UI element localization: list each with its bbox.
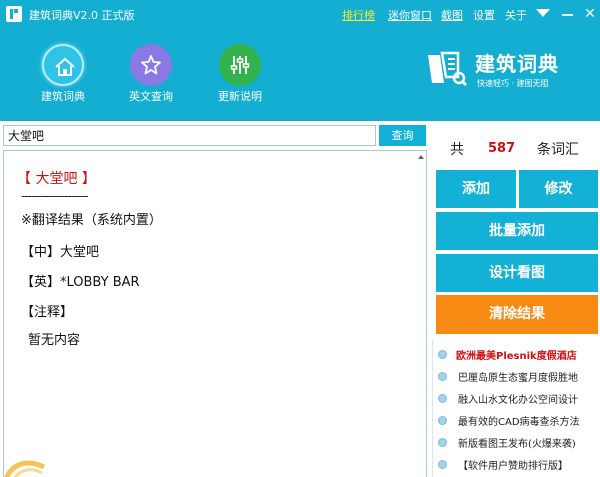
news-item-text: 巴厘岛原生态蜜月度假胜地 xyxy=(458,373,578,384)
count-prefix: 共 xyxy=(450,142,464,158)
book-logo-icon xyxy=(428,51,468,87)
add-button[interactable]: 添加 xyxy=(436,170,516,208)
screenshot-link[interactable]: 截图 xyxy=(441,7,463,23)
ranking-link[interactable]: 排行榜 xyxy=(342,7,375,23)
result-chinese-line: 【中】大堂吧 xyxy=(21,245,100,260)
bullet-icon xyxy=(438,460,447,469)
bullet-icon xyxy=(438,372,447,381)
brand-slogan: 快速轻巧 · 建图无阻 xyxy=(477,79,549,88)
swirl-watermark-icon xyxy=(4,460,46,477)
result-source-line: ※翻译结果（系统内置） xyxy=(21,213,162,228)
news-item[interactable]: 巴厘岛原生态蜜月度假胜地 xyxy=(437,367,599,386)
clear-results-button[interactable]: 清除结果 xyxy=(436,295,598,334)
nav-home-circle xyxy=(42,44,84,86)
bullet-icon xyxy=(438,438,447,447)
nav-english-button[interactable]: 英文查询 xyxy=(121,44,181,104)
settings-link[interactable]: 设置 xyxy=(473,7,495,23)
bullet-icon xyxy=(438,416,447,425)
nav-update-button[interactable]: 更新说明 xyxy=(210,44,270,104)
news-item[interactable]: 融入山水文化办公空间设计 xyxy=(437,389,599,408)
search-bar: 查询 xyxy=(0,123,430,148)
news-item-text: 最有效的CAD病毒查杀方法 xyxy=(458,417,580,428)
nav-english-label: 英文查询 xyxy=(129,90,173,103)
header-bar: 建筑词典V2.0 正式版 排行榜 迷你窗口 截图 设置 关于 ✕ 建筑词典 英文… xyxy=(0,0,600,121)
result-note-content: 暂无内容 xyxy=(28,333,81,348)
app-logo-icon xyxy=(6,6,22,22)
nav-english-circle xyxy=(130,44,172,86)
word-count: 共 587 条词汇 xyxy=(432,123,600,168)
news-item[interactable]: 【软件用户赞助排行版】 xyxy=(437,455,599,474)
brand-name: 建筑词典 xyxy=(475,52,559,76)
news-item[interactable]: 欧洲最美Plesnik度假酒店 xyxy=(437,345,599,364)
mini-window-link[interactable]: 迷你窗口 xyxy=(388,7,432,23)
star-icon xyxy=(141,55,161,75)
bullet-icon xyxy=(438,394,447,403)
news-item-text: 新版看图王发布(火爆来袭) xyxy=(458,439,576,450)
result-area[interactable]: 【 大堂吧 】 -------------------- ※翻译结果（系统内置）… xyxy=(3,150,427,477)
result-heading: 【 大堂吧 】 xyxy=(17,171,96,187)
batch-add-button[interactable]: 批量添加 xyxy=(436,212,598,250)
about-link[interactable]: 关于 xyxy=(505,7,527,23)
result-note-label: 【注释】 xyxy=(21,305,74,320)
close-icon[interactable]: ✕ xyxy=(582,6,598,22)
scroll-up-icon[interactable] xyxy=(415,151,426,163)
design-view-button[interactable]: 设计看图 xyxy=(436,254,598,292)
nav-dictionary-button[interactable]: 建筑词典 xyxy=(33,44,93,104)
title-bar[interactable]: 建筑词典V2.0 正式版 排行榜 迷你窗口 截图 设置 关于 ✕ xyxy=(0,0,600,28)
count-suffix: 条词汇 xyxy=(537,142,579,158)
home-icon xyxy=(55,57,75,76)
edit-button[interactable]: 修改 xyxy=(519,170,598,208)
app-title: 建筑词典V2.0 正式版 xyxy=(29,9,135,22)
nav-update-circle xyxy=(219,44,261,86)
minimize-icon[interactable] xyxy=(560,6,576,22)
sliders-icon xyxy=(230,56,250,74)
dropdown-menu-icon[interactable] xyxy=(535,6,551,22)
result-divider: -------------------- xyxy=(21,189,89,203)
news-item[interactable]: 新版看图王发布(火爆来袭) xyxy=(437,433,599,452)
search-input[interactable] xyxy=(3,125,376,146)
news-list: 欧洲最美Plesnik度假酒店 巴厘岛原生态蜜月度假胜地 融入山水文化办公空间设… xyxy=(432,340,600,477)
news-item-text: 欧洲最美Plesnik度假酒店 xyxy=(456,351,577,362)
count-number: 587 xyxy=(488,141,516,156)
news-item-text: 【软件用户赞助排行版】 xyxy=(458,461,568,472)
bullet-icon xyxy=(438,350,447,359)
brand-logo: 建筑词典 快速轻巧 · 建图无阻 xyxy=(424,46,594,96)
news-item[interactable]: 最有效的CAD病毒查杀方法 xyxy=(437,411,599,430)
nav-update-label: 更新说明 xyxy=(218,90,262,103)
search-button[interactable]: 查询 xyxy=(379,125,426,146)
nav-dictionary-label: 建筑词典 xyxy=(41,90,85,103)
news-item-text: 融入山水文化办公空间设计 xyxy=(458,395,578,406)
result-english-line: 【英】*LOBBY BAR xyxy=(21,275,140,290)
